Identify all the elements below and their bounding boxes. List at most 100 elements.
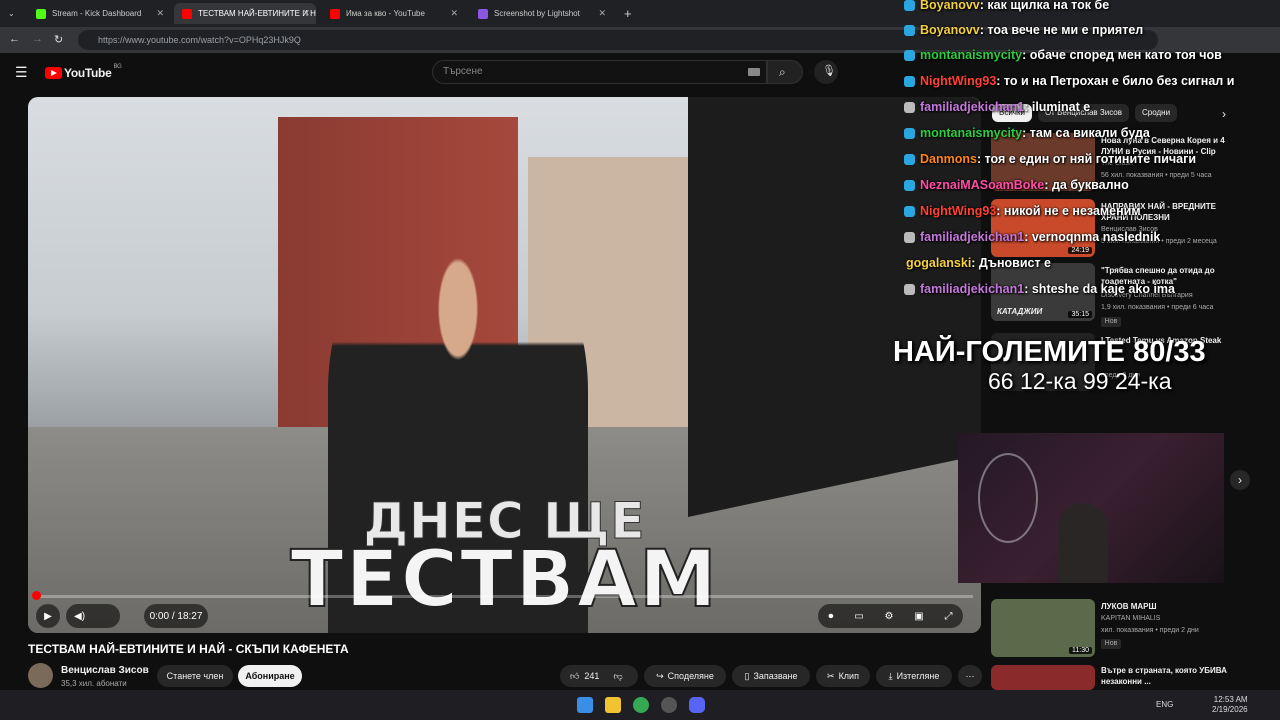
chat-message: NightWing93: никой не е незаменим (904, 201, 1141, 221)
stream-chat-overlay: Boyanovv: как щилка на ток бе Boyanovv: … (900, 0, 1280, 300)
more-actions-button[interactable]: ⋯ (958, 665, 982, 687)
back-icon[interactable]: ← (9, 33, 20, 45)
progress-bar[interactable] (36, 595, 973, 598)
autoplay-toggle-icon[interactable]: ⏺ (828, 611, 833, 622)
obs-icon[interactable] (661, 697, 677, 713)
chat-message: NightWing93: то и на Петрохан е било без… (904, 71, 1234, 91)
chat-message: NeznaiMASoamBoke: да буквално (904, 175, 1129, 195)
more-icon: ⋯ (965, 670, 975, 681)
channel-name[interactable]: KAPITAN MIHALIS (1101, 614, 1251, 624)
tab-ima-za-kvo[interactable]: Има за кво - YouTube ✕ (322, 3, 464, 24)
file-explorer-icon[interactable] (605, 697, 621, 713)
share-icon: ↪ (656, 670, 664, 681)
chat-message: familiadjekichan1: shteshe da kaje ako i… (904, 279, 1175, 299)
channel-name[interactable]: Венцислав Зисов (61, 665, 149, 676)
shelf-next-button[interactable]: › (1230, 470, 1250, 490)
windows-start-icon[interactable] (577, 697, 593, 713)
chat-message: familiadjekichan1: vernoqnma naslednik (904, 227, 1160, 247)
youtube-play-icon (45, 67, 62, 79)
video-thumbnail[interactable] (991, 665, 1095, 690)
system-clock[interactable]: 12:53 AM 2/19/2026 (1212, 695, 1248, 715)
channel-avatar[interactable] (28, 663, 53, 688)
share-button[interactable]: ↪ Споделяне (644, 665, 726, 687)
chat-message: familiadjekichan1: iluminat e (904, 97, 1090, 117)
chat-message: Boyanovv: тоа вече не ми е приятел (904, 20, 1143, 40)
subscriber-count: 35,3 хил. абонати (61, 679, 127, 688)
subtitles-icon[interactable]: ▭ (854, 611, 863, 622)
clip-button[interactable]: ✂ Клип (816, 665, 870, 687)
badge-icon (904, 205, 915, 217)
video-title[interactable]: ЛУКОВ МАРШ (1101, 601, 1241, 612)
kick-icon (36, 8, 46, 19)
search-input[interactable]: Търсене (432, 60, 767, 84)
volume-control[interactable]: ◀) (66, 604, 120, 628)
discord-icon[interactable] (689, 697, 705, 713)
download-button[interactable]: ⤓ Изтегляне (876, 665, 952, 687)
reload-icon[interactable]: ↻ (54, 33, 63, 46)
play-icon: ▶ (44, 610, 52, 622)
badge-icon (904, 127, 915, 139)
chat-message: montanaismycity: там са викали буда (904, 123, 1150, 143)
video-player[interactable]: ДНЕС ЩЕ ТЕСТВАМ ▶ ◀) 0:00 / 18:27 ⏺ ▭ ⚙ … (28, 97, 981, 633)
tab-search-button[interactable]: ⌄ (2, 3, 24, 24)
chat-message: Boyanovv: как щилка на ток бе (904, 0, 1109, 15)
close-icon[interactable]: ✕ (598, 8, 606, 19)
bookmark-icon: ▯ (744, 670, 750, 681)
streamer-image (1058, 503, 1108, 583)
badge-icon (904, 49, 915, 61)
tab-lightshot[interactable]: Screenshot by Lightshot ✕ (470, 3, 612, 24)
search-icon: ⌕ (779, 65, 786, 79)
like-count[interactable]: 241 (584, 671, 599, 681)
like-dislike-group: 👍︎ 241 👎︎ (560, 665, 638, 687)
badge-icon (904, 283, 915, 295)
tab-current-video[interactable]: ТЕСТВАМ НАЙ-ЕВТИНИТЕ И НАЙ ✕ (174, 3, 316, 24)
forward-icon[interactable]: → (32, 33, 43, 45)
close-icon[interactable]: ✕ (450, 8, 458, 19)
badge-icon (904, 24, 915, 36)
badge-icon (904, 153, 915, 165)
scissors-icon: ✂ (827, 670, 835, 681)
close-icon[interactable]: ✕ (302, 8, 310, 19)
chrome-icon[interactable] (633, 697, 649, 713)
close-icon[interactable]: ✕ (156, 8, 164, 19)
settings-icon[interactable]: ⚙ (884, 611, 893, 622)
video-title[interactable]: Вътре в страната, която УБИВА незаконни … (1101, 665, 1241, 687)
search-button[interactable]: ⌕ (767, 60, 803, 84)
save-button[interactable]: ▯ Запазване (732, 665, 810, 687)
youtube-icon (182, 8, 192, 19)
egg-chair-image (978, 453, 1038, 543)
video-title: ТЕСТВАМ НАЙ-ЕВТИНИТЕ И НАЙ - СКЪПИ КАФЕН… (28, 642, 349, 656)
stream-overlay-subtitle: 66 12-ка 99 24-ка (988, 368, 1172, 394)
progress-scrubber[interactable] (32, 591, 41, 600)
badge-icon (904, 231, 915, 243)
language-indicator[interactable]: ENG (1156, 700, 1173, 709)
duration-badge: 35:15 (1068, 311, 1092, 318)
youtube-icon (330, 8, 340, 19)
dislike-icon[interactable]: 👎︎ (613, 671, 622, 682)
keyboard-icon[interactable] (748, 68, 760, 76)
player-right-controls: ⏺ ▭ ⚙ ▣ ⤢ (818, 604, 963, 628)
stream-overlay-title: НАЙ-ГОЛЕМИТЕ 80/33 (893, 336, 1206, 368)
thumbnail-label: КАТАДЖИИ (997, 307, 1043, 316)
join-button[interactable]: Станете член (157, 665, 233, 687)
fullscreen-icon[interactable]: ⤢ (945, 611, 953, 622)
youtube-logo[interactable]: YouTube BG (45, 64, 122, 80)
chat-message: montanaismycity: обаче според мен като т… (904, 45, 1222, 65)
voice-search-button[interactable]: 🎙 (814, 60, 838, 84)
tab-kick-dashboard[interactable]: Stream - Kick Dashboard ✕ (28, 3, 170, 24)
play-button[interactable]: ▶ (36, 604, 60, 628)
subscribe-button[interactable]: Абониране (238, 665, 302, 687)
video-meta: 1,9 хил. показвания • преди 6 часа (1101, 304, 1214, 311)
mic-icon: 🎙 (822, 65, 836, 77)
streamer-webcam (958, 433, 1224, 583)
new-tab-button[interactable]: + (620, 3, 640, 24)
new-badge: Нов (1101, 317, 1121, 327)
video-meta: хил. показвания • преди 2 дни (1101, 627, 1199, 634)
chat-message: Danmons: тоя е един от няй готините пича… (904, 149, 1196, 169)
new-badge: Нов (1101, 639, 1121, 649)
menu-icon[interactable]: ☰ (15, 64, 28, 81)
time-display: 0:00 / 18:27 (144, 604, 208, 628)
video-thumbnail[interactable]: 11:30 (991, 599, 1095, 657)
miniplayer-icon[interactable]: ▣ (914, 611, 923, 622)
like-icon[interactable]: 👍︎ (570, 671, 579, 682)
